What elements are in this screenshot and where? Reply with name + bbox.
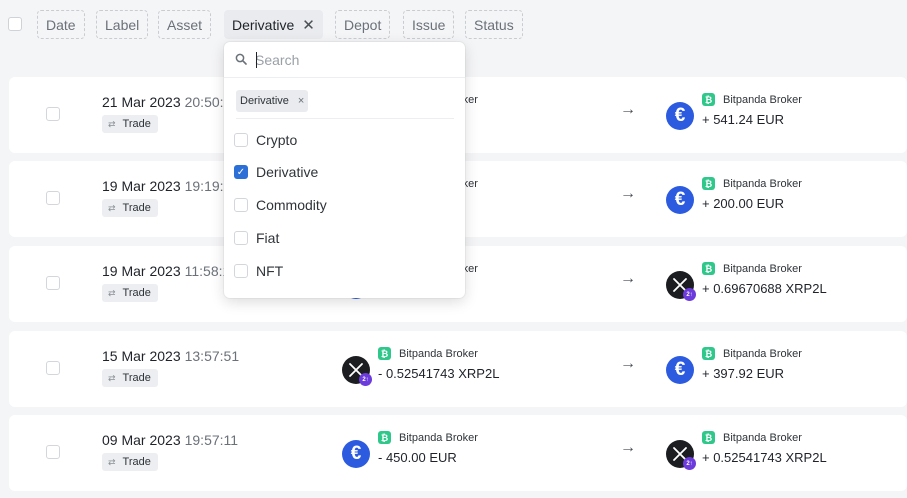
trade-badge: ⇄ Trade (102, 453, 158, 471)
trade-badge: ⇄ Trade (102, 369, 158, 387)
filter-chip-depot[interactable]: Depot (335, 10, 391, 39)
wallet-label: ₿Bitpanda Broker (378, 347, 478, 360)
eur-icon: € (666, 356, 694, 384)
eur-icon: € (666, 102, 694, 130)
row-checkbox[interactable] (46, 445, 60, 459)
arrow-right-icon: → (620, 355, 636, 372)
swap-icon: ⇄ (108, 202, 116, 213)
leverage-badge-icon: 2↑ (683, 457, 696, 470)
option-checkbox[interactable] (234, 198, 248, 212)
leverage-badge-icon: 2↑ (359, 373, 372, 386)
filter-chip-status[interactable]: Status (465, 10, 523, 39)
search-input[interactable] (255, 50, 455, 70)
trade-badge: ⇄ Trade (102, 284, 158, 302)
close-icon[interactable]: ✕ (302, 16, 315, 34)
select-all-checkbox[interactable] (8, 17, 22, 31)
wallet-label: ₿Bitpanda Broker (702, 431, 802, 444)
filter-chip-date[interactable]: Date (37, 10, 85, 39)
wallet-label: ₿Bitpanda Broker (702, 347, 802, 360)
swap-icon: ⇄ (108, 372, 116, 383)
divider (236, 118, 454, 119)
amount: + 541.24 EUR (702, 112, 785, 127)
arrow-right-icon: → (620, 439, 636, 456)
xrp-icon: 2↑ (666, 271, 696, 301)
option-checkbox[interactable]: ✓ (234, 165, 248, 179)
filter-chip-derivative[interactable]: Derivative ✕ (224, 10, 323, 39)
bitpanda-icon: ₿ (702, 431, 715, 444)
amount: - 0.52541743 XRP2L (378, 366, 500, 381)
amount: + 200.00 EUR (702, 196, 785, 211)
eur-icon: € (666, 186, 694, 214)
bitpanda-icon: ₿ (702, 347, 715, 360)
transaction-datetime: 15 Mar 2023 13:57:51 (102, 348, 240, 364)
option-derivative[interactable]: ✓ Derivative (234, 160, 318, 184)
row-checkbox[interactable] (46, 191, 60, 205)
option-checkbox[interactable] (234, 231, 248, 245)
transaction-datetime: 21 Mar 2023 20:50: (102, 94, 224, 110)
option-nft[interactable]: NFT (234, 259, 283, 283)
transaction-datetime: 19 Mar 2023 19:19:1 (102, 178, 232, 194)
amount: - 450.00 EUR (378, 450, 457, 465)
option-checkbox[interactable] (234, 264, 248, 278)
amount: + 397.92 EUR (702, 366, 785, 381)
wallet-label: ₿Bitpanda Broker (378, 431, 478, 444)
transaction-row[interactable]: 09 Mar 2023 19:57:11 ⇄ Trade € ₿ Bitpanda Brok… (9, 415, 907, 491)
option-commodity[interactable]: Commodity (234, 193, 327, 217)
swap-icon: ⇄ (108, 287, 116, 298)
amount: + 0.52541743 XRP2L (702, 450, 827, 465)
wallet-label: ₿Bitpanda Broker (702, 93, 802, 106)
text-caret (256, 52, 257, 68)
xrp-icon: 2↑ (342, 356, 372, 386)
filter-chip-label[interactable]: Label (96, 10, 149, 39)
derivative-filter-dropdown: Derivative × Crypto ✓Derivative Commodity F… (224, 42, 465, 298)
selected-tags: Derivative × (236, 90, 309, 112)
eur-icon: € (342, 440, 370, 468)
option-crypto[interactable]: Crypto (234, 128, 297, 152)
swap-icon: ⇄ (108, 456, 116, 467)
transaction-datetime: 19 Mar 2023 11:58:1 (102, 263, 231, 279)
bitpanda-icon: ₿ (378, 347, 391, 360)
dropdown-search (224, 42, 465, 78)
trade-badge: ⇄ Trade (102, 115, 158, 133)
arrow-right-icon: → (620, 185, 636, 202)
bitpanda-icon: ₿ (378, 431, 391, 444)
amount: + 0.69670688 XRP2L (702, 281, 827, 296)
bitpanda-icon: ₿ (702, 93, 715, 106)
wallet-label: ₿Bitpanda Broker (702, 262, 802, 275)
bitpanda-icon: ₿ (702, 177, 715, 190)
xrp-icon: 2↑ (666, 440, 696, 470)
transaction-datetime: 09 Mar 2023 19:57:11 (102, 432, 239, 448)
row-checkbox[interactable] (46, 361, 60, 375)
transaction-row[interactable]: 15 Mar 2023 13:57:51 ⇄ Trade 2↑ ₿ Bitpanda Bro… (9, 331, 907, 407)
arrow-right-icon: → (620, 270, 636, 287)
option-fiat[interactable]: Fiat (234, 226, 279, 250)
remove-tag-icon[interactable]: × (298, 95, 304, 107)
arrow-right-icon: → (620, 101, 636, 118)
option-checkbox[interactable] (234, 133, 248, 147)
swap-icon: ⇄ (108, 118, 116, 129)
filter-chip-asset[interactable]: Asset (158, 10, 212, 39)
row-checkbox[interactable] (46, 276, 60, 290)
bitpanda-icon: ₿ (702, 262, 715, 275)
trade-badge: ⇄ Trade (102, 199, 158, 217)
leverage-badge-icon: 2↑ (683, 288, 696, 301)
row-checkbox[interactable] (46, 107, 60, 121)
filter-chip-issue[interactable]: Issue (403, 10, 455, 39)
search-icon (235, 53, 247, 65)
selected-tag-derivative: Derivative × (236, 90, 309, 112)
wallet-label: ₿Bitpanda Broker (702, 177, 802, 190)
